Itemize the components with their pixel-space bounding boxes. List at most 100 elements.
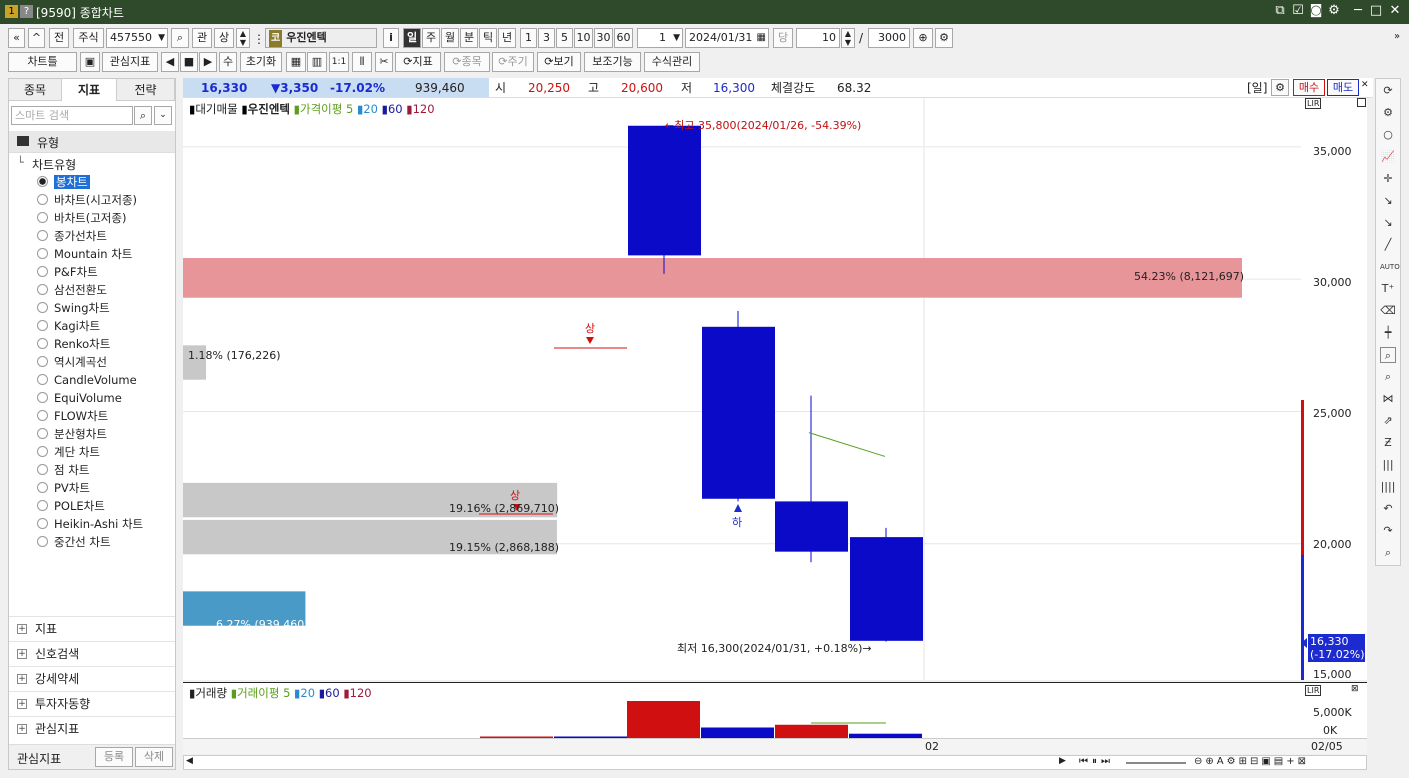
tab-item[interactable]: 종목 — [9, 79, 62, 101]
radio-icon[interactable] — [37, 536, 48, 547]
accordion-item[interactable]: + 지표 — [9, 616, 175, 640]
chart-type-item[interactable]: 역시계곡선 — [37, 353, 107, 371]
delete-button[interactable]: 삭제 — [135, 747, 173, 767]
search-icon[interactable]: ⌕ — [134, 106, 152, 125]
expand-plus-icon[interactable]: + — [17, 724, 27, 734]
expand-plus-icon[interactable]: + — [17, 699, 27, 709]
text-icon[interactable]: T⁺ — [1380, 281, 1396, 297]
calendar-icon[interactable]: ▦ — [757, 29, 766, 47]
chevron-down-icon[interactable]: ▼ — [158, 29, 165, 47]
market-select[interactable]: 주식 — [73, 28, 104, 48]
candle-icon[interactable]: ┿ — [1380, 325, 1396, 341]
radio-icon[interactable] — [37, 482, 48, 493]
save-icon[interactable]: ☑ — [1290, 3, 1306, 18]
pattern-icon[interactable]: ⋈ — [1380, 391, 1396, 407]
chart-type-item[interactable]: 봉차트 — [37, 173, 90, 191]
interest-indicator-button[interactable]: 관심지표 — [102, 52, 158, 72]
window-badge-1[interactable]: 1 — [5, 5, 18, 18]
crosshair-icon[interactable]: ✛ — [1380, 171, 1396, 187]
view-button[interactable]: ⟳보기 — [537, 52, 581, 72]
bottom-tool-icons[interactable]: ⊖⊕A⚙⊞⊟▣▤+⊠ — [1194, 756, 1309, 767]
radio-icon[interactable] — [37, 320, 48, 331]
camera-icon[interactable]: ◙ — [1308, 3, 1324, 18]
radio-icon[interactable] — [37, 356, 48, 367]
radio-icon[interactable] — [37, 374, 48, 385]
period-button[interactable]: ⟳주기 — [492, 52, 534, 72]
gear-icon[interactable]: ⚙ — [1271, 79, 1289, 96]
zoom-plus-icon[interactable]: ⊕ — [913, 28, 933, 48]
accordion-item[interactable]: + 강세약세 — [9, 666, 175, 690]
interval-2[interactable]: 5 — [556, 28, 573, 48]
close-icon[interactable]: ✕ — [1387, 3, 1403, 18]
trend-down-icon[interactable]: ↘ — [1380, 215, 1396, 231]
chart-type-item[interactable]: PV차트 — [37, 479, 90, 497]
radio-icon[interactable] — [37, 212, 48, 223]
layout-icon[interactable]: ▥ — [307, 52, 327, 72]
radio-icon[interactable] — [37, 428, 48, 439]
chart-line-icon[interactable]: 📈 — [1380, 149, 1396, 165]
scroll-right-icon[interactable]: ▶ — [199, 52, 217, 72]
code-input[interactable]: 457550 ▼ — [106, 28, 168, 48]
chart-type-item[interactable]: 종가선차트 — [37, 227, 107, 245]
fibo-icon[interactable]: ⇗ — [1380, 413, 1396, 429]
gear-icon[interactable]: ⚙ — [935, 28, 953, 48]
vertical-lines-icon-2[interactable]: |||| — [1380, 479, 1396, 495]
tab-strategy[interactable]: 전략 — [117, 79, 175, 101]
zoom-slider[interactable] — [1126, 762, 1186, 764]
line-icon[interactable]: ╱ — [1380, 237, 1396, 253]
spin-icon[interactable]: ▲ ▼ — [236, 28, 250, 48]
chart-type-item[interactable]: EquiVolume — [37, 389, 122, 407]
dang-button[interactable]: 당 — [773, 28, 793, 48]
interval-0[interactable]: 1 — [520, 28, 537, 48]
chart-type-item[interactable]: 계단 차트 — [37, 443, 100, 461]
buy-button[interactable]: 매수 — [1293, 79, 1325, 96]
all-eraser-icon[interactable]: ⌫ — [1380, 303, 1396, 319]
period-4[interactable]: 틱 — [479, 28, 497, 48]
sang-button[interactable]: 상 — [214, 28, 234, 48]
chart-type-item[interactable]: Mountain 차트 — [37, 245, 132, 263]
radio-icon[interactable] — [37, 500, 48, 511]
magnifier-icon[interactable]: ⌕ — [1380, 545, 1396, 561]
expand-plus-icon[interactable]: + — [17, 674, 27, 684]
undo-icon[interactable]: ↶ — [1380, 501, 1396, 517]
radio-icon[interactable] — [37, 410, 48, 421]
refresh-icon[interactable]: ⟳ — [1380, 83, 1396, 99]
period-0[interactable]: 일 — [403, 28, 421, 48]
accordion-item[interactable]: + 투자자동향 — [9, 691, 175, 715]
radio-icon[interactable] — [37, 302, 48, 313]
maximize-icon[interactable]: □ — [1368, 3, 1384, 18]
chart-type-item[interactable]: P&F차트 — [37, 263, 98, 281]
expand-right-icon[interactable]: » — [1394, 31, 1400, 42]
zoom-settings-icon[interactable]: ⌕ — [1380, 369, 1396, 385]
period-5[interactable]: 년 — [498, 28, 516, 48]
chart-type-item[interactable]: 바차트(고저종) — [37, 209, 126, 227]
aux-button[interactable]: 보조기능 — [584, 52, 641, 72]
stock-name-field[interactable]: 코 우진엔텍 — [265, 28, 377, 48]
auto-line-icon[interactable]: AUTO — [1380, 259, 1400, 275]
register-button[interactable]: 등록 — [95, 747, 133, 767]
horizontal-scrollbar[interactable]: ◀ ▶ ⏮⏸⏭ ⊖⊕A⚙⊞⊟▣▤+⊠ — [183, 755, 1367, 770]
chevron-down-icon[interactable]: ⌄ — [154, 106, 172, 125]
scissors-icon[interactable]: ✂ — [375, 52, 393, 72]
radio-icon[interactable] — [37, 230, 48, 241]
chart-type-item[interactable]: CandleVolume — [37, 371, 137, 389]
vol-icon[interactable]: ⫴ — [352, 52, 372, 72]
radio-icon[interactable] — [37, 338, 48, 349]
chart-type-item[interactable]: 분산형차트 — [37, 425, 107, 443]
date-input[interactable]: 2024/01/31 ▦ — [685, 28, 769, 48]
radio-icon[interactable] — [37, 446, 48, 457]
radio-icon[interactable] — [37, 266, 48, 277]
chart-type-item[interactable]: Heikin-Ashi 차트 — [37, 515, 143, 533]
close-small-icon[interactable]: ✕ — [1361, 80, 1369, 90]
vertical-lines-icon[interactable]: ||| — [1380, 457, 1396, 473]
trend-icon[interactable]: ↘ — [1380, 193, 1396, 209]
scroll-left-icon[interactable]: ◀ — [161, 52, 179, 72]
chevron-down-icon[interactable]: ▼ — [673, 29, 680, 47]
stop-icon[interactable]: ■ — [180, 52, 198, 72]
item-button[interactable]: ⟳종목 — [444, 52, 490, 72]
tab-indicator[interactable]: 지표 — [62, 79, 117, 101]
chart-type-item[interactable]: Swing차트 — [37, 299, 110, 317]
accordion-item[interactable]: + 신호검색 — [9, 641, 175, 665]
radio-icon[interactable] — [37, 248, 48, 259]
chart-type-item[interactable]: 점 차트 — [37, 461, 89, 479]
